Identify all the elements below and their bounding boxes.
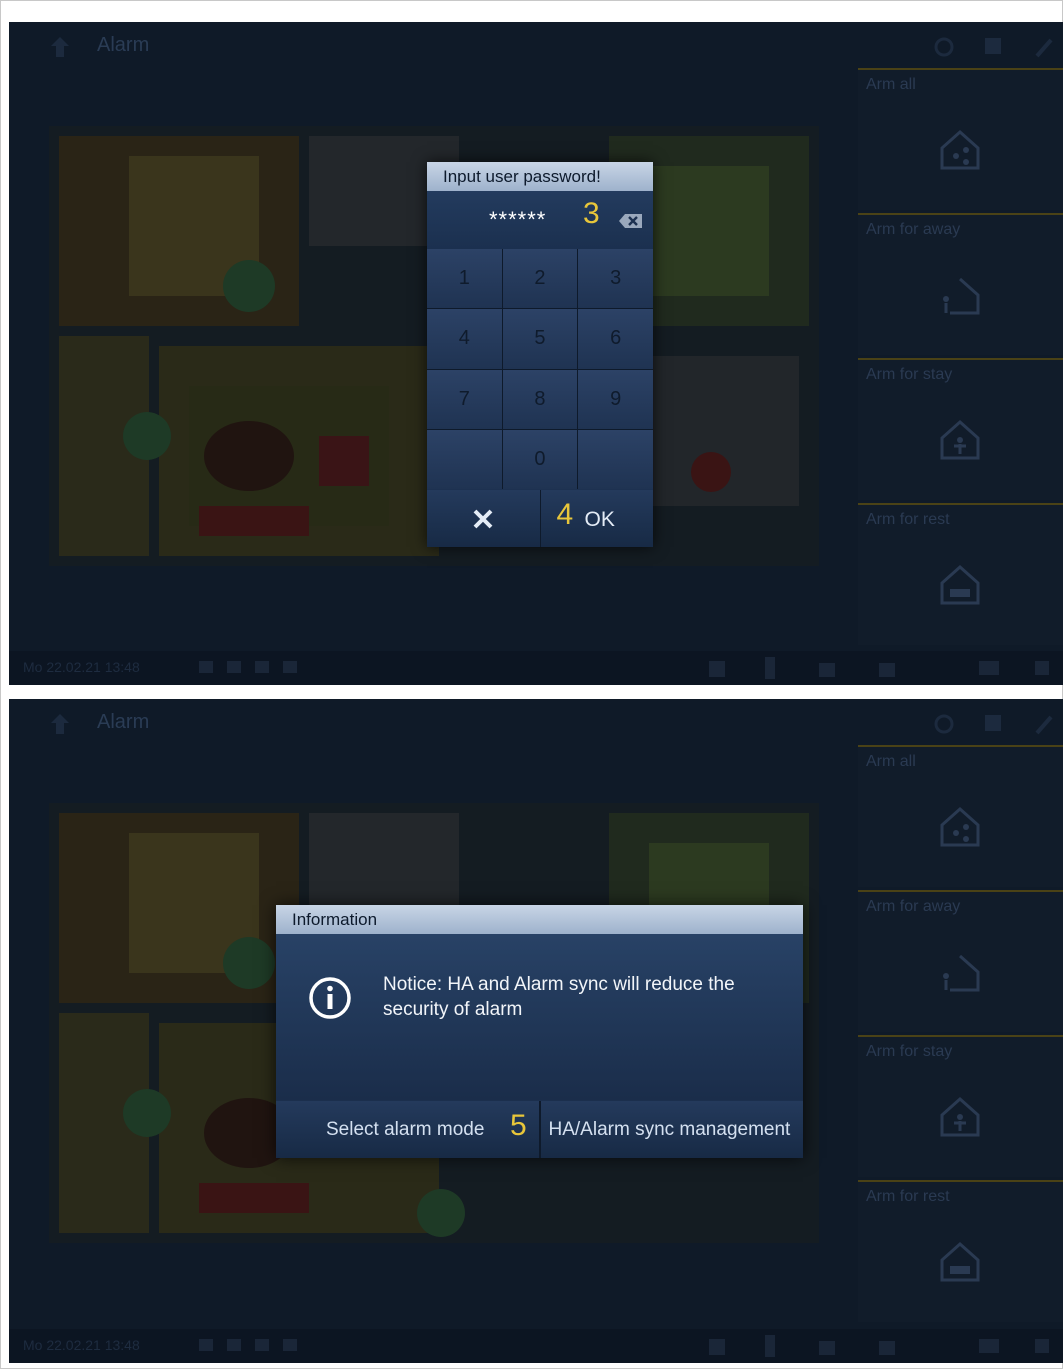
- title-bar: Alarm: [9, 22, 1063, 70]
- step-label-3: 3: [583, 197, 600, 230]
- key-0[interactable]: 0: [502, 429, 578, 489]
- key-3[interactable]: 3: [578, 249, 653, 309]
- home-bed-icon: [940, 564, 980, 605]
- cancel-button[interactable]: [427, 490, 540, 547]
- alarm-screen-password: Alarm Arm all Arm for away Arm for stay …: [9, 22, 1063, 685]
- home-bed-icon: [940, 1241, 980, 1282]
- sync-management-button[interactable]: HA/Alarm sync management: [540, 1101, 803, 1158]
- key-6[interactable]: 6: [578, 309, 653, 369]
- key-4[interactable]: 4: [427, 309, 502, 369]
- key-blank-left: [427, 429, 502, 489]
- step-label-5: 5: [510, 1109, 527, 1142]
- key-blank-right: [578, 429, 653, 489]
- refresh-icon[interactable]: [933, 713, 955, 735]
- side-item-arm-all[interactable]: Arm all: [858, 68, 1063, 210]
- password-input[interactable]: ****** 3: [427, 191, 653, 249]
- key-5[interactable]: 5: [502, 309, 578, 369]
- zoom-icon[interactable]: [983, 36, 1005, 58]
- backspace-icon[interactable]: [619, 213, 643, 229]
- status-bar: Mo 22.02.21 13:48: [9, 1329, 1063, 1363]
- side-item-arm-rest[interactable]: Arm for rest: [858, 1180, 1063, 1322]
- title-bar: Alarm: [9, 699, 1063, 747]
- key-7[interactable]: 7: [427, 369, 502, 429]
- settings-icon[interactable]: [1033, 36, 1055, 58]
- status-right-icons: [709, 657, 1049, 679]
- close-icon: [473, 509, 493, 529]
- password-dialog: Input user password! ****** 3 1 2 3 4 5 …: [427, 162, 653, 547]
- home-share-icon: [940, 129, 980, 170]
- status-icons: [199, 1339, 297, 1351]
- settings-icon[interactable]: [1033, 713, 1055, 735]
- home-person-icon: [940, 1096, 980, 1137]
- status-datetime: Mo 22.02.21 13:48: [23, 1337, 140, 1353]
- side-item-arm-stay[interactable]: Arm for stay: [858, 358, 1063, 500]
- information-message: Notice: HA and Alarm sync will reduce th…: [383, 974, 735, 1020]
- key-2[interactable]: 2: [502, 249, 578, 309]
- key-1[interactable]: 1: [427, 249, 502, 309]
- information-dialog-actions: Select alarm mode 5 HA/Alarm sync manage…: [276, 1101, 803, 1158]
- sync-management-label: HA/Alarm sync management: [548, 1119, 791, 1140]
- step-label-4: 4: [556, 498, 574, 531]
- refresh-icon[interactable]: [933, 36, 955, 58]
- ok-button-label: OK: [584, 508, 615, 531]
- select-alarm-mode-label: Select alarm mode: [326, 1119, 485, 1140]
- home-share-icon: [940, 806, 980, 847]
- home-person-icon: [940, 419, 980, 460]
- side-item-arm-away[interactable]: Arm for away: [858, 213, 1063, 355]
- back-arrow-icon[interactable]: [47, 34, 73, 60]
- side-item-arm-stay[interactable]: Arm for stay: [858, 1035, 1063, 1177]
- page-title: Alarm: [97, 711, 150, 733]
- number-keypad: 1 2 3 4 5 6 7 8 9 0: [427, 249, 653, 489]
- side-item-arm-rest[interactable]: Arm for rest: [858, 503, 1063, 645]
- home-away-icon: [943, 277, 980, 315]
- key-9[interactable]: 9: [578, 369, 653, 429]
- password-dialog-title: Input user password!: [427, 162, 653, 191]
- back-arrow-icon[interactable]: [47, 711, 73, 737]
- zoom-icon[interactable]: [983, 713, 1005, 735]
- status-bar: Mo 22.02.21 13:48: [9, 651, 1063, 685]
- information-dialog: Information Notice: HA and Alarm sync wi…: [276, 905, 803, 1158]
- select-alarm-mode-button[interactable]: Select alarm mode 5: [276, 1101, 539, 1158]
- password-value: ******: [489, 207, 547, 232]
- side-item-arm-all[interactable]: Arm all: [858, 745, 1063, 887]
- home-away-icon: [943, 954, 980, 992]
- status-right-icons: [709, 1335, 1049, 1357]
- information-dialog-body: Notice: HA and Alarm sync will reduce th…: [276, 934, 803, 1100]
- alarm-screen-information: Alarm Arm all Arm for away Arm for stay …: [9, 699, 1063, 1363]
- info-icon: [309, 977, 351, 1019]
- key-8[interactable]: 8: [502, 369, 578, 429]
- status-icons: [199, 661, 297, 673]
- status-datetime: Mo 22.02.21 13:48: [23, 659, 140, 675]
- password-dialog-actions: 4 OK: [427, 490, 653, 547]
- side-item-arm-away[interactable]: Arm for away: [858, 890, 1063, 1032]
- information-dialog-title: Information: [276, 905, 803, 934]
- page-title: Alarm: [97, 34, 150, 56]
- ok-button[interactable]: 4 OK: [540, 490, 653, 547]
